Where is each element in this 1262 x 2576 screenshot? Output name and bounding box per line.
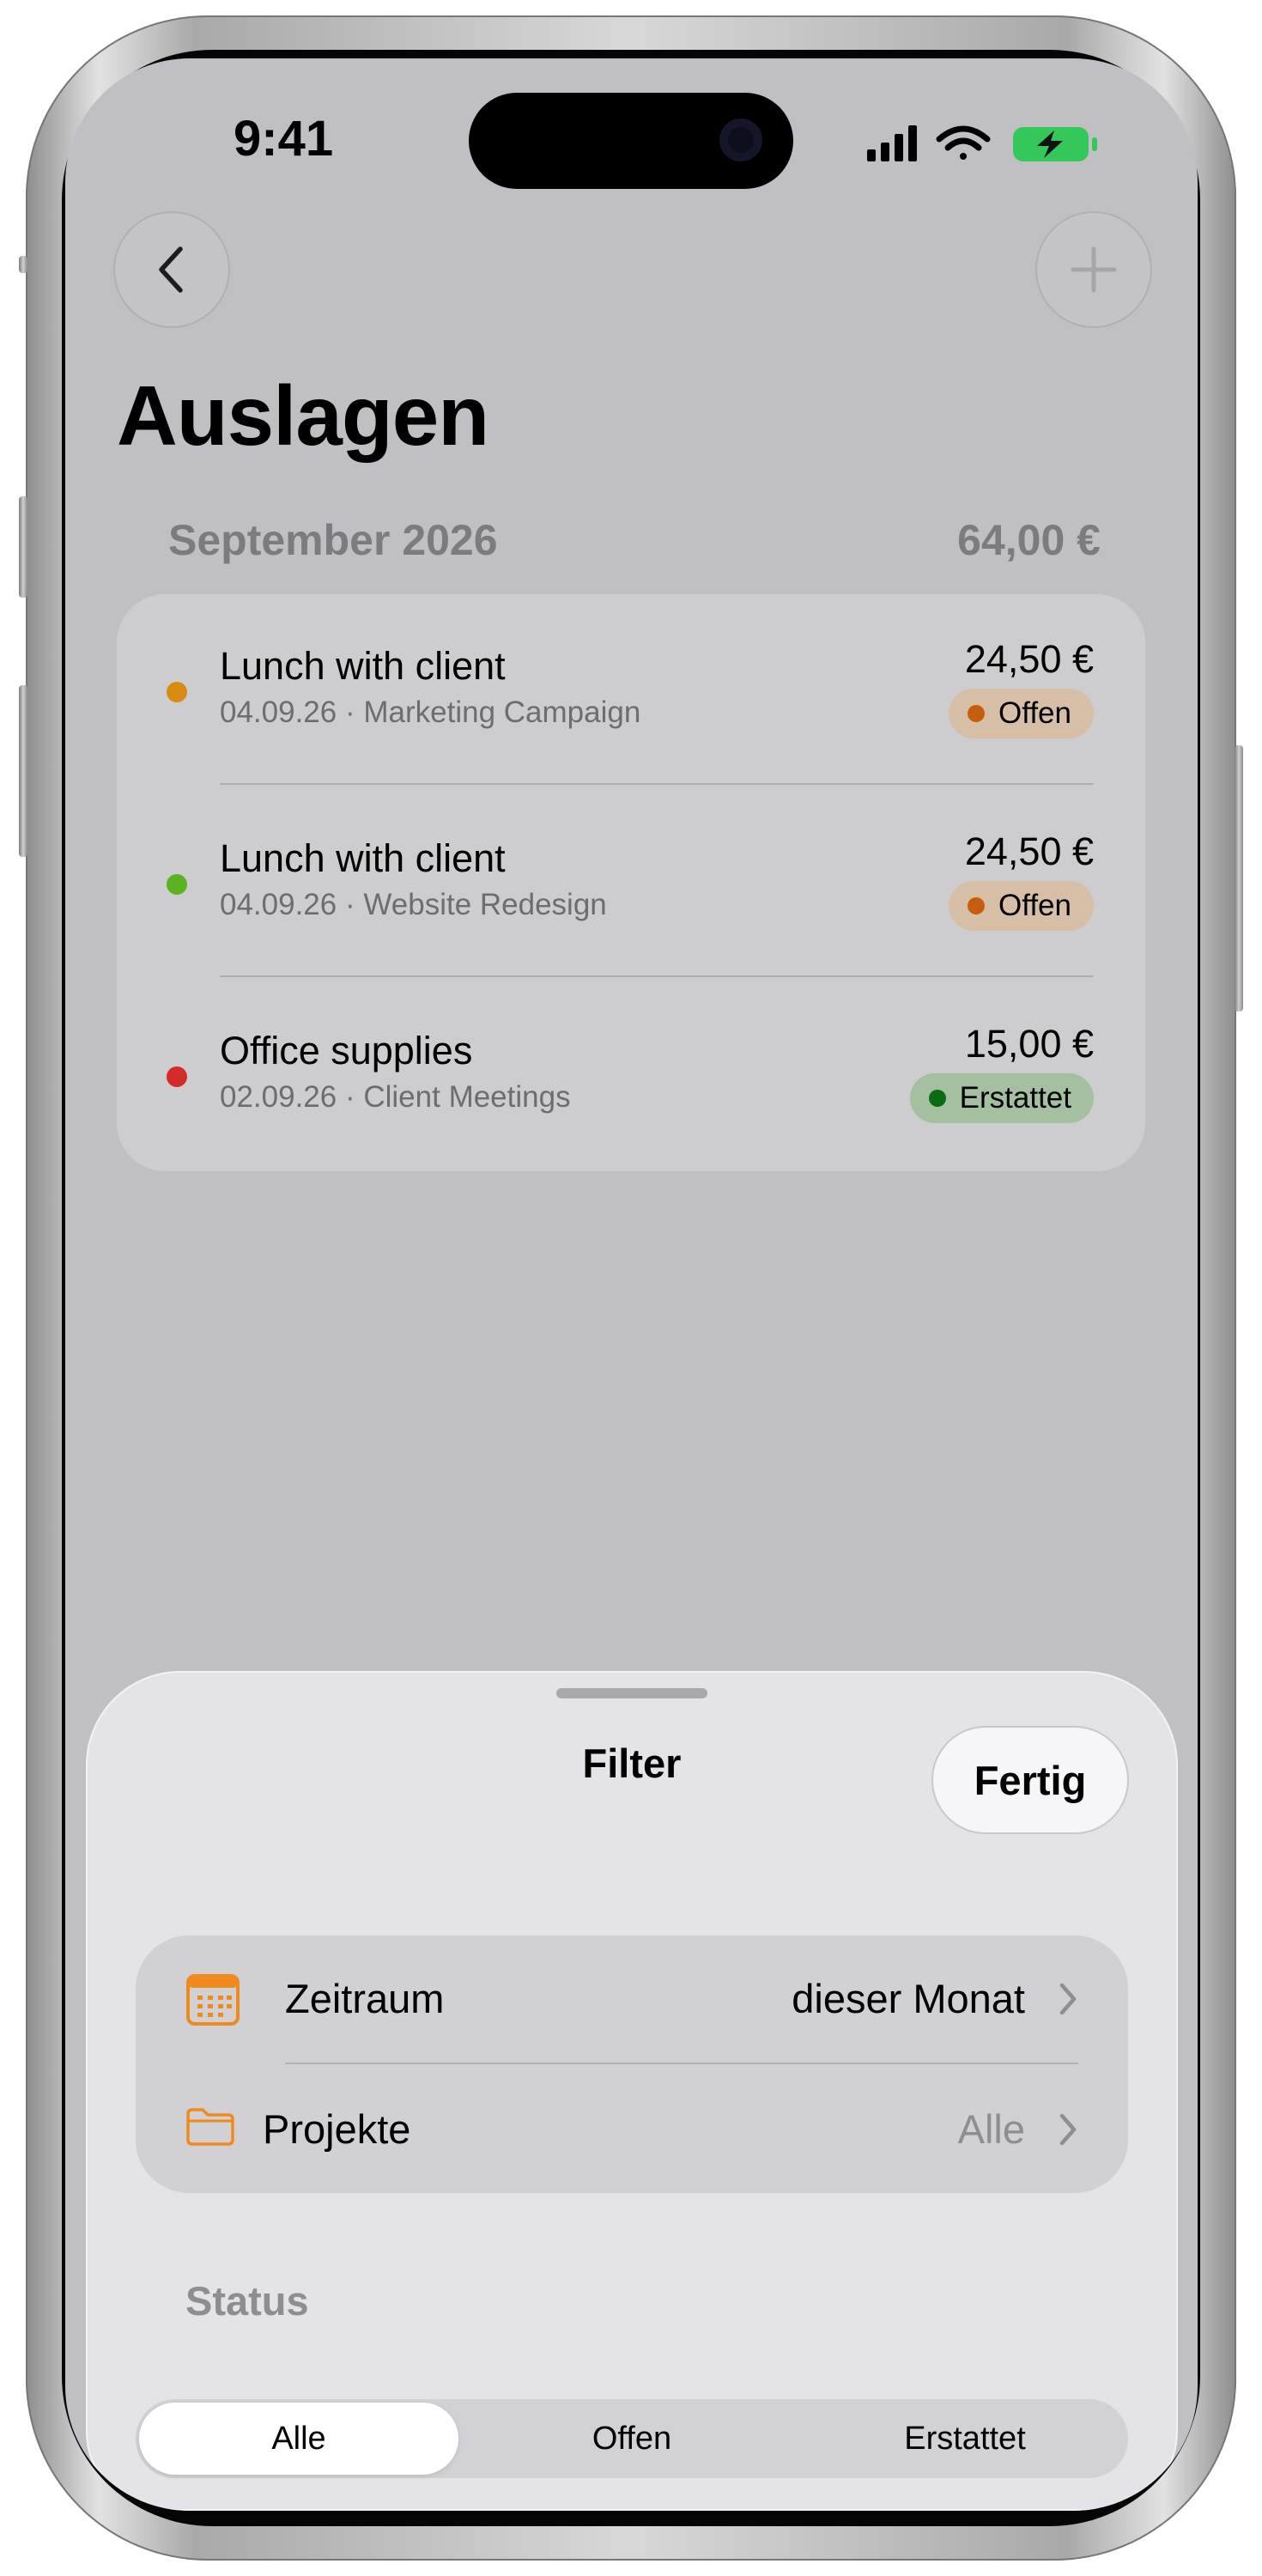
status-segmented-control: Alle Offen Erstattet [136, 2399, 1128, 2478]
plus-icon [1071, 246, 1117, 293]
wifi-icon [936, 125, 991, 160]
month-label: September 2026 [168, 516, 498, 564]
back-button[interactable] [113, 211, 230, 328]
add-button[interactable] [1035, 211, 1152, 328]
chevron-right-icon [1059, 2113, 1077, 2146]
expense-date: 04.09.26 [220, 696, 337, 729]
folder-icon [186, 2108, 234, 2146]
status-icons [867, 125, 1097, 161]
expense-name: Lunch with client [220, 836, 506, 880]
projects-value: Alle [957, 2106, 1025, 2152]
volume-down-button [19, 685, 27, 857]
project-color-dot [167, 874, 187, 895]
expense-row[interactable]: Lunch with client 04.09.26 · Website Red… [117, 787, 1145, 979]
expense-name: Lunch with client [220, 644, 506, 688]
segment-reimbursed[interactable]: Erstattet [805, 2403, 1125, 2475]
expense-row[interactable]: Office supplies 02.09.26 · Client Meetin… [117, 979, 1145, 1171]
project-color-dot [167, 1066, 187, 1087]
expense-amount: 15,00 € [964, 1022, 1094, 1066]
expense-meta: 04.09.26 · Marketing Campaign [220, 696, 641, 729]
camera-icon [719, 118, 762, 161]
signal-icon [867, 125, 917, 161]
status-section-label: Status [185, 2278, 309, 2324]
expense-project: Marketing Campaign [363, 696, 641, 729]
month-total: 64,00 € [957, 516, 1101, 564]
status-badge: Offen [949, 689, 1094, 738]
done-button[interactable]: Fertig [931, 1726, 1129, 1834]
period-value: dieser Monat [792, 1976, 1025, 2021]
expense-project: Website Redesign [363, 888, 607, 921]
battery-icon [1013, 127, 1097, 161]
projects-row[interactable]: Projekte Alle [136, 2064, 1128, 2193]
page-title: Auslagen [117, 368, 489, 463]
row-divider [220, 783, 1094, 785]
expense-amount: 24,50 € [964, 637, 1094, 681]
month-header: September 2026 64,00 € [168, 515, 1101, 565]
filter-sheet: Filter Fertig Zeitraum dieser Monat Proj… [86, 1671, 1178, 2511]
expense-list: Lunch with client 04.09.26 · Marketing C… [117, 594, 1145, 1171]
status-time: 9:41 [234, 111, 334, 167]
expense-project: Client Meetings [363, 1080, 571, 1114]
expense-date: 02.09.26 [220, 1080, 337, 1114]
row-divider [220, 975, 1094, 977]
expense-meta: 04.09.26 · Website Redesign [220, 888, 607, 921]
segment-open[interactable]: Offen [472, 2403, 792, 2475]
status-badge: Erstattet [909, 1073, 1094, 1123]
dynamic-island [469, 93, 793, 189]
expense-amount: 24,50 € [964, 829, 1094, 873]
period-label: Zeitraum [285, 1976, 445, 2021]
calendar-icon [186, 1974, 240, 2026]
sheet-grabber[interactable] [556, 1688, 707, 1698]
expense-row[interactable]: Lunch with client 04.09.26 · Marketing C… [117, 594, 1145, 787]
project-color-dot [167, 682, 187, 702]
chevron-left-icon [159, 246, 183, 293]
expense-meta: 02.09.26 · Client Meetings [220, 1080, 571, 1114]
expense-date: 04.09.26 [220, 888, 337, 921]
chevron-right-icon [1059, 1983, 1077, 2015]
expense-name: Office supplies [220, 1029, 473, 1072]
status-badge: Offen [949, 881, 1094, 931]
side-button [1235, 745, 1243, 1012]
period-row[interactable]: Zeitraum dieser Monat [136, 1935, 1128, 2064]
projects-label: Projekte [263, 2106, 411, 2152]
action-button [19, 256, 27, 273]
filter-options: Zeitraum dieser Monat Projekte Alle [136, 1935, 1128, 2193]
volume-up-button [19, 496, 27, 598]
segment-all[interactable]: Alle [139, 2403, 458, 2475]
screen: 9:41 Auslagen September 2026 64,00 € Lun… [65, 58, 1198, 2511]
